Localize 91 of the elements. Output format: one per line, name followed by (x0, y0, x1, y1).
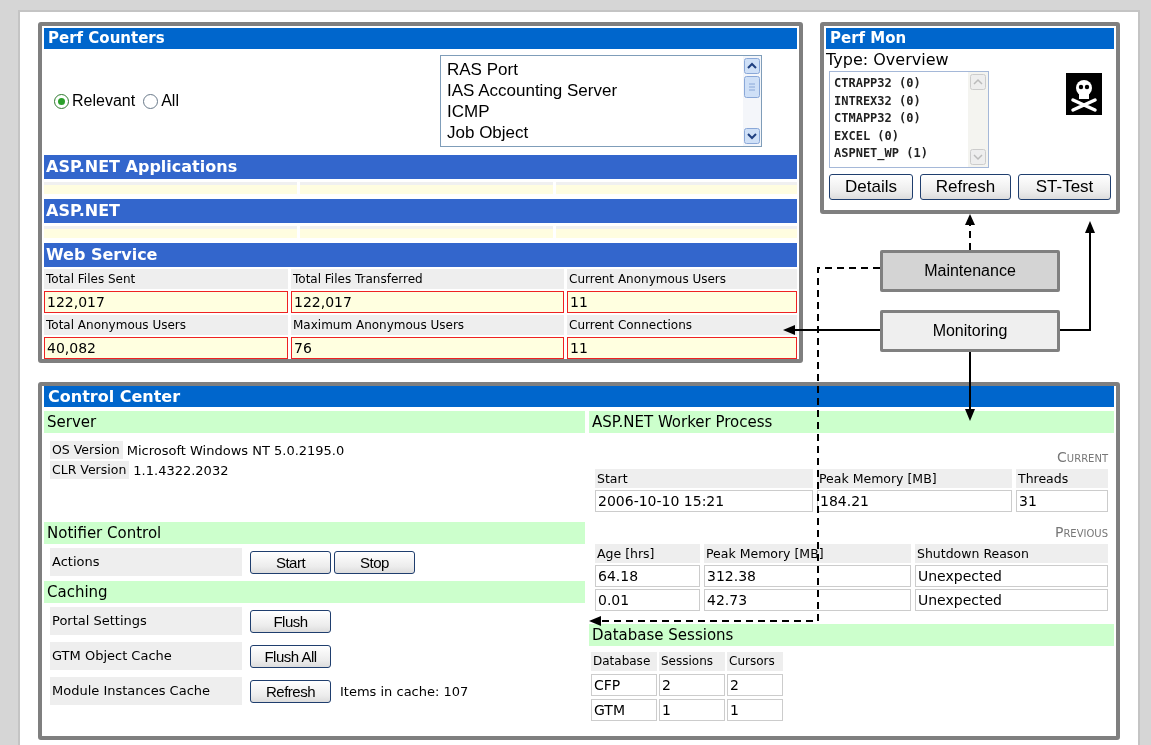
field-value: 11 (567, 337, 797, 359)
table-cell: 184.21 (817, 490, 1012, 512)
scroll-down-icon[interactable] (744, 128, 760, 144)
section-header: Server (44, 411, 585, 433)
action-button[interactable]: Refresh (920, 174, 1011, 200)
action-button[interactable]: Flush (250, 609, 331, 633)
table-cell: Unexpected (915, 565, 1108, 587)
scroll-thumb-icon[interactable] (744, 76, 760, 98)
column-header: Peak Memory [MB] (817, 469, 1012, 488)
table-cell: 2006-10-10 15:21 (595, 490, 813, 512)
connector-arrow (965, 351, 975, 421)
column-header: Sessions (659, 652, 725, 671)
type-label: Type: Overview (826, 49, 950, 71)
row-label: GTM Object Cache (50, 642, 242, 670)
field-value: 40,082 (44, 337, 288, 359)
field-value: 122,017 (291, 291, 564, 313)
action-button[interactable]: Start (250, 550, 331, 574)
skull-crossbones-icon (1066, 73, 1102, 115)
column-header: Age [hrs] (595, 544, 700, 563)
section-header: Caching (44, 581, 585, 603)
callout-label: Maintenance (880, 250, 1060, 292)
table-cell: Unexpected (915, 589, 1108, 611)
filter-radio[interactable]: Relevant (54, 92, 136, 110)
field-label: Current Connections (567, 315, 797, 335)
action-button[interactable]: ST-Test (1018, 174, 1111, 200)
field-label: Total Files Transferred (291, 269, 564, 289)
field-value: 122,017 (44, 291, 288, 313)
action-button[interactable]: Stop (334, 550, 415, 574)
table-cell: 64.18 (595, 565, 700, 587)
column-header: Threads (1016, 469, 1108, 488)
list-item[interactable]: INTREX32 (0) (834, 92, 968, 110)
column-header: Cursors (727, 652, 783, 671)
field-label: Maximum Anonymous Users (291, 315, 564, 335)
panel-title: Perf Mon (826, 28, 1114, 49)
panel-title: Perf Counters (44, 28, 797, 49)
field-label: CLR Version (50, 461, 130, 479)
column-header: Start (595, 469, 813, 488)
column-header: Database (591, 652, 657, 671)
table-cell: 1 (659, 699, 725, 721)
column-header: Shutdown Reason (915, 544, 1108, 563)
list-item[interactable]: CTRAPP32 (0) (834, 75, 968, 93)
row-label: Portal Settings (50, 607, 242, 635)
list-item[interactable]: ASPNET_WP (1) (834, 145, 968, 163)
row-label: Module Instances Cache (50, 677, 242, 705)
list-item[interactable]: CTMAPP32 (0) (834, 110, 968, 128)
field-value: 76 (291, 337, 564, 359)
counter-listbox[interactable]: RAS Port IAS Accounting Server ICMP Job Object (440, 55, 762, 147)
field-label: Current Anonymous Users (567, 269, 797, 289)
field-value: Microsoft Windows NT 5.0.2195.0 (125, 442, 345, 458)
action-button[interactable]: Details (829, 174, 913, 200)
section-header: Notifier Control (44, 522, 585, 544)
table-cell: 2 (659, 674, 725, 696)
section-header: ASP.NET (44, 199, 797, 223)
scroll-down-icon (970, 149, 986, 165)
field-value: 1.1.4322.2032 (132, 462, 229, 478)
section-header: ASP.NET Worker Process (589, 411, 1114, 433)
table-cell: 1 (727, 699, 783, 721)
process-listbox[interactable]: CTRAPP32 (0) INTREX32 (0) CTMAPP32 (0) EXCEL (0) ASPNET_WP (1) (829, 71, 989, 168)
field-label: Total Files Sent (44, 269, 288, 289)
field-label: Total Anonymous Users (44, 315, 288, 335)
section-header: Web Service (44, 243, 797, 267)
action-button[interactable]: Refresh (250, 679, 331, 703)
section-header: ASP.NET Applications (44, 155, 797, 179)
list-item[interactable]: IAS Accounting Server (447, 80, 743, 101)
field-value: 11 (567, 291, 797, 313)
cache-count: Items in cache: 107 (339, 683, 469, 699)
table-cell: CFP (591, 674, 657, 696)
table-cell: 42.73 (704, 589, 911, 611)
scroll-up-icon[interactable] (744, 58, 760, 74)
table-caption: Current (1056, 449, 1109, 467)
scroll-up-icon (970, 74, 986, 90)
action-button[interactable]: Flush All (250, 644, 331, 668)
table-cell: 312.38 (704, 565, 911, 587)
filter-radio[interactable]: All (143, 92, 179, 110)
callout-label: Monitoring (880, 310, 1060, 352)
field-label: OS Version (50, 441, 123, 459)
section-header: Database Sessions (589, 624, 1114, 646)
connector-arrow (965, 214, 975, 251)
row-label: Actions (50, 548, 242, 576)
list-item[interactable]: RAS Port (447, 59, 743, 80)
list-item[interactable]: EXCEL (0) (834, 127, 968, 145)
table-cell: 31 (1016, 490, 1108, 512)
table-cell: 0.01 (595, 589, 700, 611)
scrollbar[interactable] (743, 56, 761, 146)
panel-title: Control Center (44, 386, 1114, 407)
column-header: Peak Memory [MB] (704, 544, 911, 563)
table-caption: Previous (1053, 524, 1109, 542)
list-item[interactable]: Job Object (447, 122, 743, 143)
table-cell: 2 (727, 674, 783, 696)
table-cell: GTM (591, 699, 657, 721)
list-item[interactable]: ICMP (447, 101, 743, 122)
